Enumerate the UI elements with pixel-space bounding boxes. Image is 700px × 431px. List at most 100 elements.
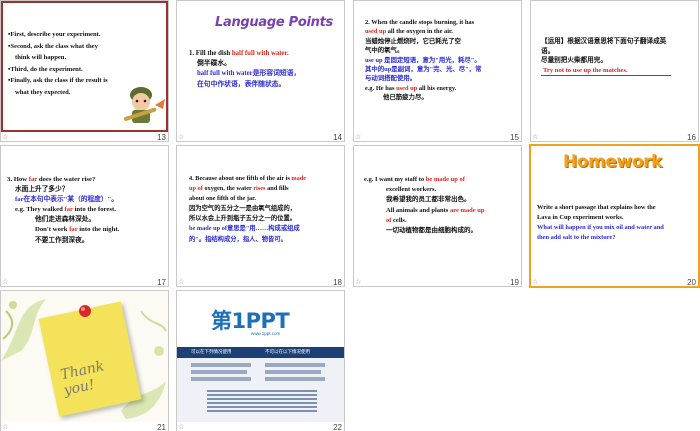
text-line: e.g. He has used up all his energy. (365, 84, 457, 92)
soldier-cartoon-icon (123, 87, 165, 123)
text-line: far在本句中表示"某（的程度）"。 (15, 196, 118, 204)
slide-number: 13 (157, 133, 166, 142)
slide-transition-icon: ☆ (2, 133, 9, 141)
slide-17-content: 3. How far does the water rise? 水面上升了多少？… (1, 146, 168, 277)
slide-thumbnail-17[interactable]: 3. How far does the water rise? 水面上升了多少？… (1, 146, 168, 287)
slide-number: 19 (510, 278, 519, 287)
text-line: Lava in Cup experiment works. (537, 214, 624, 222)
slide-transition-icon: ☆ (178, 278, 185, 286)
slide-20-text: Write a short passage that explains how … (537, 203, 664, 243)
info-panel-header: 可以在下列情况使用 不可以在以下情况使用 (177, 347, 344, 358)
slide-number: 17 (157, 278, 166, 287)
text-line: 与动词搭配使用。 (365, 75, 417, 83)
text-line: 其中的up是副词，意为"完、光、尽"，常 (365, 66, 482, 74)
slide-number: 15 (510, 133, 519, 142)
text-line: 2. When the candle stops burning, it has (365, 19, 475, 26)
text-line: 水面上升了多少？ (15, 186, 69, 194)
text-line: e.g. They walked far into the forest. (15, 206, 116, 214)
text-line: used up all the oxygen in the air. (365, 28, 453, 36)
slide-number: 14 (333, 133, 342, 142)
text-line: what they expected. (15, 88, 71, 96)
text-line: All animals and plants are made up (386, 206, 485, 214)
slide-number: 21 (157, 423, 166, 431)
text-line: 他们走进森林深处。 (35, 216, 96, 224)
slide-number: 18 (333, 278, 342, 287)
text-line: then add salt to the mixture? (537, 234, 616, 242)
text-line: 尽量别把火柴都用完。 (541, 57, 607, 65)
text-line: 1. Fill the dish half full with water. (189, 50, 289, 57)
text-line: half full with water是形容词短语， (197, 70, 301, 78)
slide-14-heading: Language Points (215, 15, 333, 30)
slide-sorter-view: ▪First, describe your experiment. ▪Secon… (0, 0, 700, 431)
text-line: 所以水会上升到瓶子五分之一的位置。 (189, 215, 297, 223)
info-line (265, 370, 321, 374)
text-line: What will happen if you mix oil and wate… (537, 224, 664, 232)
slide-transition-icon: ☆ (2, 278, 9, 286)
slide-20-content: Homework Write a short passage that expl… (531, 146, 698, 277)
slide-thumbnail-14[interactable]: Language Points 1. Fill the dish half fu… (177, 1, 344, 142)
text-line: 3. How far does the water rise? (7, 176, 96, 183)
slide-thumbnail-20[interactable]: Homework Write a short passage that expl… (531, 146, 698, 287)
info-line (265, 377, 325, 381)
text-line: 【运用】根据汉语意思将下面句子翻译成英 (541, 38, 667, 45)
text-line: use up 是固定短语，意为"用光，耗尽"。 (365, 56, 481, 64)
slide-17-text: 3. How far does the water rise? 水面上升了多少？… (7, 175, 119, 246)
slide-thumbnail-21[interactable]: Thank you! ☆ 21 (1, 291, 168, 431)
text-line: 倒半碟水。 (197, 60, 231, 68)
text-line: 气中的氧气。 (365, 47, 404, 55)
info-line (191, 370, 247, 374)
slide-13-content: ▪First, describe your experiment. ▪Secon… (1, 1, 168, 132)
slide-thumbnail-15[interactable]: 2. When the candle stops burning, it has… (354, 1, 521, 142)
slide-19-text: e.g. I want my staff to be made up of ex… (364, 175, 485, 236)
slide-thumbnail-16[interactable]: 【运用】根据汉语意思将下面句子翻译成英 语。 尽量别把火柴都用完。 Try no… (531, 1, 698, 142)
text-line: 因为空气的五分之一是由氧气组成的， (189, 205, 297, 213)
text-line: 语。 (541, 47, 555, 55)
text-line: 4. Because about one fifth of the air is… (189, 175, 307, 182)
slide-14-text: 1. Fill the dish half full with water. 倒… (189, 49, 300, 90)
thank-you-text: Thank you! (59, 358, 106, 399)
panel-right-title: 不可以在以下情况使用 (265, 350, 310, 355)
text-line: up of oxygen, the water rises and fills (189, 185, 289, 193)
slide-thumbnail-19[interactable]: e.g. I want my staff to be made up of ex… (354, 146, 521, 287)
slide-number: 16 (687, 133, 696, 142)
text-line: 在句中作状语，表伴随状态。 (197, 80, 286, 88)
link-list (207, 390, 317, 414)
slide-16-content: 【运用】根据汉语意思将下面句子翻译成英 语。 尽量别把火柴都用完。 Try no… (531, 1, 698, 132)
slide-transition-icon: ☆ (178, 133, 185, 141)
slide-14-content: Language Points 1. Fill the dish half fu… (177, 1, 344, 132)
slide-thumbnail-18[interactable]: 4. Because about one fifth of the air is… (177, 146, 344, 287)
slide-20-heading: Homework (563, 152, 663, 172)
text-line: e.g. I want my staff to be made up of (364, 176, 465, 183)
text-line: think will happen. (15, 54, 67, 62)
slide-number: 22 (333, 423, 342, 431)
slide-15-text: 2. When the candle stops burning, it has… (365, 18, 481, 103)
slide-19-content: e.g. I want my staff to be made up of ex… (354, 146, 521, 277)
brand-site: www.1ppt.com (251, 331, 281, 336)
slide-thumbnail-13[interactable]: ▪First, describe your experiment. ▪Secon… (1, 1, 168, 142)
text-line: 他已筋疲力尽。 (383, 94, 428, 102)
text-line: about one fifth of the jar. (189, 195, 256, 203)
slide-15-content: 2. When the candle stops burning, it has… (354, 1, 521, 132)
text-line: excellent workers. (386, 186, 437, 194)
text-line: 不要工作到深夜。 (35, 236, 89, 244)
text-line: ▪Finally, ask the class if the result is (8, 77, 108, 85)
slide-transition-icon: ☆ (355, 278, 362, 286)
info-line (265, 363, 325, 367)
slide-22-content: 第1PPT www.1ppt.com 可以在下列情况使用 不可以在以下情况使用 (177, 291, 344, 422)
slide-number: 20 (687, 278, 696, 287)
text-line: be made up of意思是"用……构成或组成 (189, 225, 300, 233)
slide-16-text: 【运用】根据汉语意思将下面句子翻译成英 语。 尽量别把火柴都用完。 Try no… (541, 37, 671, 77)
slide-transition-icon: ☆ (532, 133, 539, 141)
pushpin-icon (79, 305, 91, 317)
text-line: ▪Third, do the experiment. (8, 65, 83, 73)
slide-thumbnail-22[interactable]: 第1PPT www.1ppt.com 可以在下列情况使用 不可以在以下情况使用 … (177, 291, 344, 431)
info-line (191, 377, 251, 381)
slide-transition-icon: ☆ (532, 278, 539, 286)
slide-18-content: 4. Because about one fifth of the air is… (177, 146, 344, 277)
text-line: ▪Second, ask the class what they (8, 42, 98, 50)
slide-18-text: 4. Because about one fifth of the air is… (189, 174, 306, 245)
text-line: 我希望我的员工都非常出色。 (386, 196, 471, 204)
text-line: Write a short passage that explains how … (537, 204, 656, 211)
text-line: Try not to use up the matches. (541, 66, 671, 77)
text-line: Don't work far into the night. (35, 226, 120, 234)
